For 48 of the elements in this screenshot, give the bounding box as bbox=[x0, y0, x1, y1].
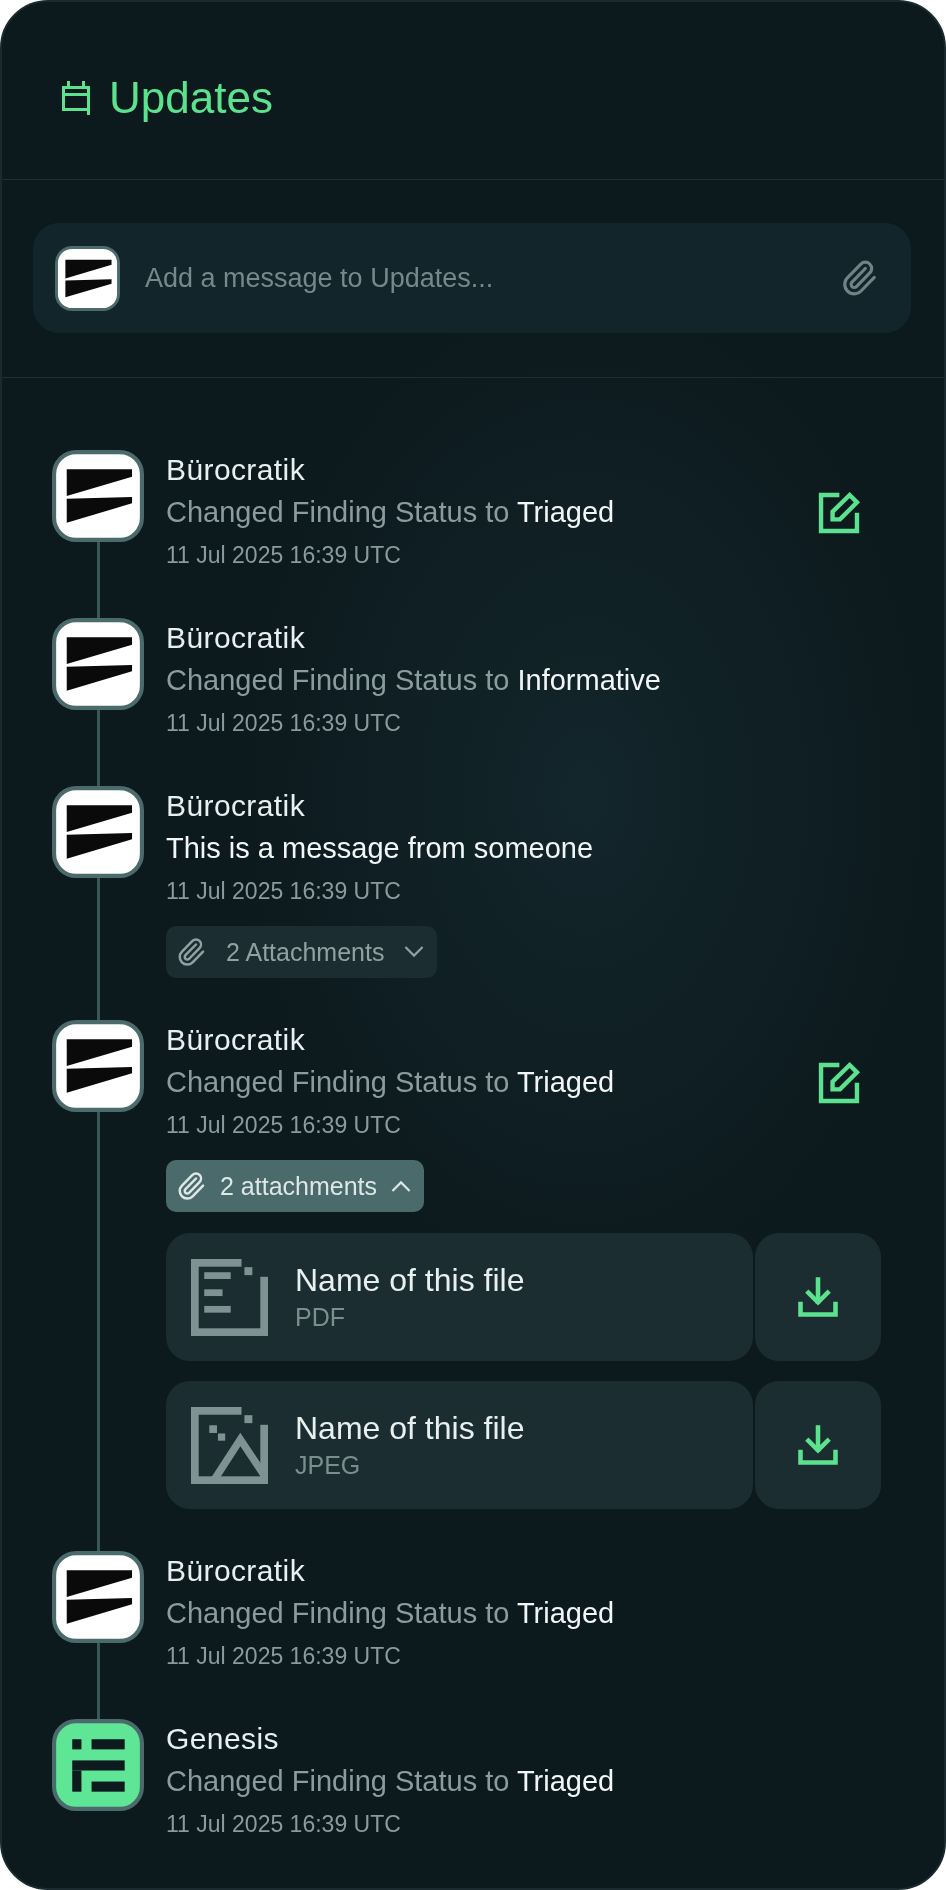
wedge-logo-icon bbox=[52, 618, 144, 710]
author-name: Bürocratik bbox=[166, 620, 306, 656]
paperclip-icon bbox=[176, 937, 206, 967]
file-name: Name of this file bbox=[295, 1409, 525, 1448]
timestamp: 11 Jul 2025 16:39 UTC bbox=[166, 1111, 401, 1140]
document-icon bbox=[191, 1258, 268, 1336]
download-icon bbox=[797, 1276, 839, 1318]
timestamp: 11 Jul 2025 16:39 UTC bbox=[166, 709, 401, 738]
author-name: Bürocratik bbox=[166, 1553, 306, 1589]
message-text: This is a message from someone bbox=[166, 831, 594, 866]
paperclip-icon[interactable] bbox=[840, 259, 878, 297]
author-name: Bürocratik bbox=[166, 1022, 306, 1058]
status-text: Changed Finding Status to Triaged bbox=[166, 1596, 615, 1631]
download-button[interactable] bbox=[755, 1233, 881, 1361]
timestamp: 11 Jul 2025 16:39 UTC bbox=[166, 1642, 401, 1671]
block-logo-icon bbox=[52, 1719, 144, 1811]
panel-title: Updates bbox=[109, 71, 273, 124]
file-type: JPEG bbox=[295, 1450, 361, 1481]
paperclip-icon bbox=[176, 1171, 206, 1201]
author-name: Bürocratik bbox=[166, 788, 306, 824]
timestamp: 11 Jul 2025 16:39 UTC bbox=[166, 1810, 401, 1839]
wedge-logo-icon bbox=[52, 786, 144, 878]
author-name: Genesis bbox=[166, 1721, 279, 1757]
image-icon bbox=[191, 1406, 268, 1484]
wedge-logo-icon bbox=[52, 450, 144, 542]
message-field[interactable]: Add a message to Updates... bbox=[33, 223, 911, 333]
attachments-toggle[interactable]: 2 attachments bbox=[166, 1160, 425, 1212]
status-text: Changed Finding Status to Triaged bbox=[166, 495, 615, 530]
edit-icon[interactable] bbox=[817, 491, 861, 535]
file-type: PDF bbox=[295, 1302, 345, 1333]
caret-icon bbox=[404, 946, 425, 958]
calendar-icon bbox=[62, 80, 90, 115]
author-name: Bürocratik bbox=[166, 452, 306, 488]
attachments-toggle[interactable]: 2 Attachments bbox=[166, 926, 438, 978]
edit-icon[interactable] bbox=[817, 1061, 861, 1105]
message-input[interactable]: Add a message to Updates... bbox=[145, 254, 815, 302]
status-text: Changed Finding Status to Triaged bbox=[166, 1764, 615, 1799]
status-text: Changed Finding Status to Informative bbox=[166, 663, 661, 698]
caret-icon bbox=[391, 1180, 412, 1192]
wedge-logo-icon bbox=[52, 1551, 144, 1643]
status-text: Changed Finding Status to Triaged bbox=[166, 1065, 615, 1100]
download-button[interactable] bbox=[755, 1381, 881, 1509]
download-icon bbox=[797, 1424, 839, 1466]
timestamp: 11 Jul 2025 16:39 UTC bbox=[166, 541, 401, 570]
wedge-logo-icon bbox=[55, 245, 120, 311]
wedge-logo-icon bbox=[52, 1020, 144, 1112]
timestamp: 11 Jul 2025 16:39 UTC bbox=[166, 877, 401, 906]
file-name: Name of this file bbox=[295, 1261, 525, 1300]
